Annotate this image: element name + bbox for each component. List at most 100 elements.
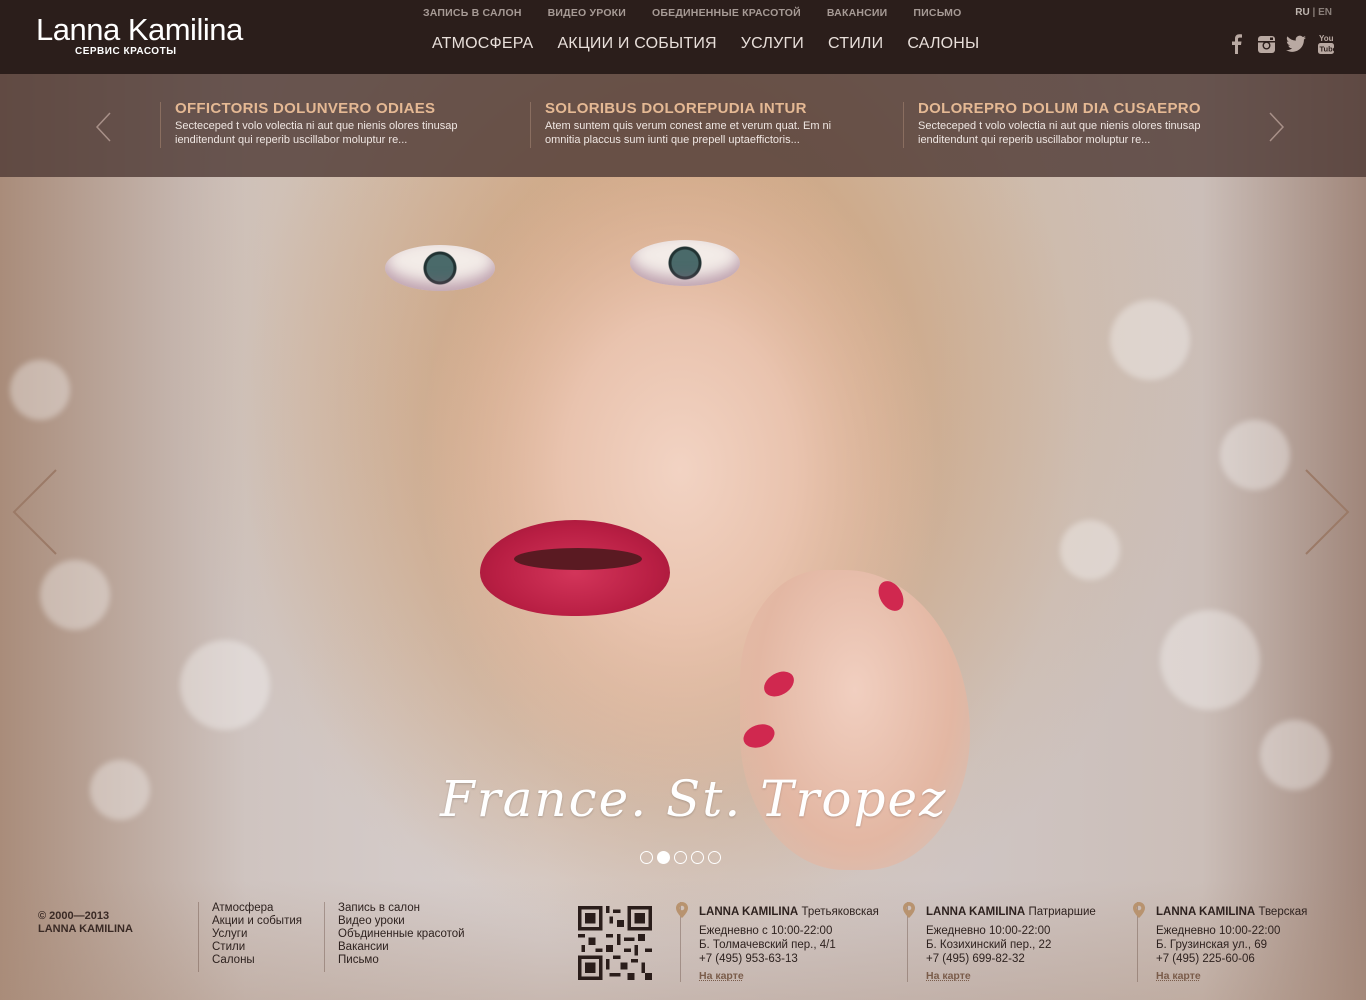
map-pin-icon xyxy=(903,902,915,918)
bokeh-light xyxy=(1220,420,1290,490)
slide-caption: France. St. Tropez xyxy=(430,760,945,860)
copyright: © 2000—2013 LANNA KAMILINA xyxy=(38,910,133,936)
logo-subtitle: СЕРВИС КРАСОТЫ xyxy=(75,46,177,57)
site-header: Lanna Kamilina СЕРВИС КРАСОТЫ ЗАПИСЬ В С… xyxy=(0,0,1366,74)
slide-caption-text: France. St. Tropez xyxy=(440,770,948,828)
top-nav: ЗАПИСЬ В САЛОН ВИДЕО УРОКИ ОБЕДИНЕННЫЕ К… xyxy=(423,7,988,19)
site-footer: © 2000—2013 LANNA KAMILINA Атмосфера Акц… xyxy=(0,880,1366,1000)
copyright-name: LANNA KAMILINA xyxy=(38,923,133,935)
news-text: Atem suntem quis verum conest ame et ver… xyxy=(545,120,832,146)
twitter-icon[interactable] xyxy=(1286,34,1306,54)
svg-text:Tube: Tube xyxy=(1320,45,1335,54)
copyright-years: © 2000—2013 xyxy=(38,910,110,922)
news-item[interactable]: DOLOREPRO DOLUM DIA CUSAEPRO Secteceped … xyxy=(903,100,1238,148)
svg-text:You: You xyxy=(1319,34,1334,43)
footer-link[interactable]: Вакансии xyxy=(338,941,465,954)
salon-phone[interactable]: +7 (495) 699-82-32 xyxy=(926,952,1096,966)
salon-card: LANNA KAMILINA Третьяковская Ежедневно с… xyxy=(676,902,879,982)
slider-dot[interactable] xyxy=(674,851,687,864)
salon-map-link[interactable]: На карте xyxy=(1156,970,1201,982)
salon-hours: Ежедневно с 10:00-22:00 xyxy=(699,925,833,937)
news-strip: OFFICTORIS DOLUNVERO ODIAES Secteceped t… xyxy=(0,74,1366,177)
salon-card: LANNA KAMILINA Патриаршие Ежедневно 10:0… xyxy=(903,902,1096,982)
slider-next-arrow-icon[interactable] xyxy=(1302,468,1352,558)
mainnav-events[interactable]: АКЦИИ И СОБЫТИЯ xyxy=(557,35,716,53)
footer-link[interactable]: Письмо xyxy=(338,954,465,967)
salon-brand: LANNA KAMILINA xyxy=(699,906,799,918)
news-item[interactable]: OFFICTORIS DOLUNVERO ODIAES Secteceped t… xyxy=(160,100,495,148)
logo[interactable]: Lanna Kamilina xyxy=(36,12,243,48)
slider-dot[interactable] xyxy=(691,851,704,864)
main-nav: АТМОСФЕРА АКЦИИ И СОБЫТИЯ УСЛУГИ СТИЛИ С… xyxy=(432,35,1003,53)
salon-phone[interactable]: +7 (495) 953-63-13 xyxy=(699,952,879,966)
bokeh-light xyxy=(90,760,150,820)
salon-name: LANNA KAMILINA Патриаршие xyxy=(926,906,1096,918)
salon-address: Б. Козихинский пер., 22 xyxy=(926,939,1052,951)
salon-hours: Ежедневно 10:00-22:00 xyxy=(926,925,1051,937)
slider-dots xyxy=(640,851,721,864)
topnav-letter[interactable]: ПИСЬМО xyxy=(913,7,961,19)
news-next-arrow-icon[interactable] xyxy=(1266,111,1286,143)
news-title[interactable]: SOLORIBUS DOLOREPUDIA INTUR xyxy=(545,100,865,117)
footer-link[interactable]: Услуги xyxy=(212,928,302,941)
model-eye xyxy=(385,245,495,291)
footer-menu-secondary: Запись в салон Видео уроки Объдиненные к… xyxy=(324,902,465,972)
footer-link[interactable]: Акции и события xyxy=(212,915,302,928)
footer-link[interactable]: Запись в салон xyxy=(338,902,465,915)
topnav-video[interactable]: ВИДЕО УРОКИ xyxy=(548,7,626,19)
news-title[interactable]: DOLOREPRO DOLUM DIA CUSAEPRO xyxy=(918,100,1238,117)
salon-hours: Ежедневно 10:00-22:00 xyxy=(1156,925,1281,937)
salon-card: LANNA KAMILINA Тверская Ежедневно 10:00-… xyxy=(1133,902,1307,982)
salon-brand: LANNA KAMILINA xyxy=(1156,906,1256,918)
lang-separator: | xyxy=(1312,7,1316,18)
map-pin-icon xyxy=(1133,902,1145,918)
salon-location: Тверская xyxy=(1258,906,1308,918)
salon-phone[interactable]: +7 (495) 225-60-06 xyxy=(1156,952,1307,966)
footer-link[interactable]: Салоны xyxy=(212,954,302,967)
lang-en[interactable]: EN xyxy=(1318,7,1332,18)
footer-link[interactable]: Стили xyxy=(212,941,302,954)
bokeh-light xyxy=(1260,720,1330,790)
topnav-booking[interactable]: ЗАПИСЬ В САЛОН xyxy=(423,7,522,19)
slider-dot[interactable] xyxy=(640,851,653,864)
news-text: Secteceped t volo volectia ni aut que ni… xyxy=(175,120,458,146)
model-eye xyxy=(630,240,740,286)
mainnav-styles[interactable]: СТИЛИ xyxy=(828,35,883,53)
slider-dot-active[interactable] xyxy=(657,851,670,864)
news-title[interactable]: OFFICTORIS DOLUNVERO ODIAES xyxy=(175,100,495,117)
salon-map-link[interactable]: На карте xyxy=(699,970,744,982)
news-prev-arrow-icon[interactable] xyxy=(94,111,114,143)
footer-link[interactable]: Видео уроки xyxy=(338,915,465,928)
bokeh-light xyxy=(10,360,70,420)
salon-name: LANNA KAMILINA Тверская xyxy=(1156,906,1307,918)
salon-address: Б. Грузинская ул., 69 xyxy=(1156,939,1268,951)
salon-name: LANNA KAMILINA Третьяковская xyxy=(699,906,879,918)
news-item[interactable]: SOLORIBUS DOLOREPUDIA INTUR Atem suntem … xyxy=(530,100,865,148)
bokeh-light xyxy=(180,640,270,730)
mainnav-services[interactable]: УСЛУГИ xyxy=(741,35,804,53)
bokeh-light xyxy=(1110,300,1190,380)
mainnav-salons[interactable]: САЛОНЫ xyxy=(907,35,979,53)
bokeh-light xyxy=(40,560,110,630)
footer-link[interactable]: Объдиненные красотой xyxy=(338,928,465,941)
slider-dot[interactable] xyxy=(708,851,721,864)
qr-code-icon xyxy=(578,906,652,980)
mainnav-atmosphere[interactable]: АТМОСФЕРА xyxy=(432,35,533,53)
facebook-icon[interactable] xyxy=(1226,34,1246,54)
model-mouth xyxy=(514,548,642,570)
youtube-icon[interactable]: You Tube xyxy=(1316,34,1336,54)
topnav-vacancies[interactable]: ВАКАНСИИ xyxy=(827,7,888,19)
salon-address: Б. Толмачевский пер., 4/1 xyxy=(699,939,836,951)
instagram-icon[interactable] xyxy=(1256,34,1276,54)
bokeh-light xyxy=(1160,610,1260,710)
salon-map-link[interactable]: На карте xyxy=(926,970,971,982)
news-text: Secteceped t volo volectia ni aut que ni… xyxy=(918,120,1201,146)
bokeh-light xyxy=(1060,520,1120,580)
topnav-united[interactable]: ОБЕДИНЕННЫЕ КРАСОТОЙ xyxy=(652,7,801,19)
slider-prev-arrow-icon[interactable] xyxy=(10,468,60,558)
footer-link[interactable]: Атмосфера xyxy=(212,902,302,915)
footer-menu-main: Атмосфера Акции и события Услуги Стили С… xyxy=(198,902,302,972)
social-links: You Tube xyxy=(1226,34,1336,54)
salon-location: Патриаршие xyxy=(1028,906,1096,918)
lang-ru[interactable]: RU xyxy=(1295,7,1309,18)
